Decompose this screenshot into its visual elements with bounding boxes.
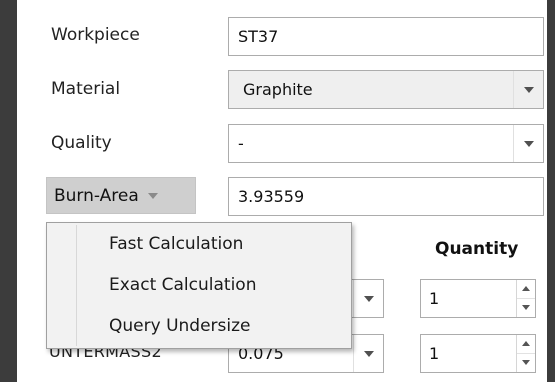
spin-up-icon[interactable] bbox=[517, 280, 535, 299]
workpiece-value: ST37 bbox=[238, 27, 279, 46]
spin-down-icon[interactable] bbox=[517, 354, 535, 373]
menu-item-query-undersize[interactable]: Query Undersize bbox=[49, 308, 349, 344]
window-edge-left bbox=[0, 0, 17, 382]
spin-up-icon[interactable] bbox=[517, 335, 535, 354]
burn-area-menu: Fast Calculation Exact Calculation Query… bbox=[46, 222, 352, 349]
material-select[interactable]: Graphite bbox=[228, 70, 544, 109]
row-2-quantity-stepper[interactable]: 1 bbox=[420, 334, 536, 373]
quality-select[interactable]: - bbox=[228, 124, 544, 163]
menu-item-exact-calculation[interactable]: Exact Calculation bbox=[49, 267, 349, 303]
row-2-quantity-value: 1 bbox=[429, 344, 440, 363]
window-edge-right bbox=[547, 0, 555, 382]
row-1-quantity-value: 1 bbox=[429, 289, 440, 308]
chevron-down-icon[interactable] bbox=[353, 280, 383, 317]
chevron-down-icon[interactable] bbox=[353, 335, 383, 372]
burn-area-field[interactable]: 3.93559 bbox=[228, 177, 544, 216]
row-1-quantity-stepper[interactable]: 1 bbox=[420, 279, 536, 318]
chevron-down-icon bbox=[147, 192, 158, 199]
workpiece-label: Workpiece bbox=[51, 25, 140, 45]
quality-value: - bbox=[238, 134, 244, 153]
material-value: Graphite bbox=[243, 80, 313, 99]
chevron-down-icon[interactable] bbox=[513, 125, 543, 162]
spin-down-icon[interactable] bbox=[517, 299, 535, 318]
quality-label: Quality bbox=[51, 133, 112, 153]
menu-item-fast-calculation[interactable]: Fast Calculation bbox=[49, 226, 349, 262]
workpiece-field[interactable]: ST37 bbox=[228, 17, 544, 56]
form-panel: Workpiece ST37 Material Graphite Quality… bbox=[17, 0, 547, 382]
burn-area-button-label: Burn-Area bbox=[54, 185, 139, 206]
quantity-column-header: Quantity bbox=[435, 239, 519, 259]
material-label: Material bbox=[51, 79, 121, 99]
burn-area-button[interactable]: Burn-Area bbox=[46, 177, 196, 214]
burn-area-value: 3.93559 bbox=[238, 187, 305, 206]
chevron-down-icon[interactable] bbox=[513, 71, 543, 108]
